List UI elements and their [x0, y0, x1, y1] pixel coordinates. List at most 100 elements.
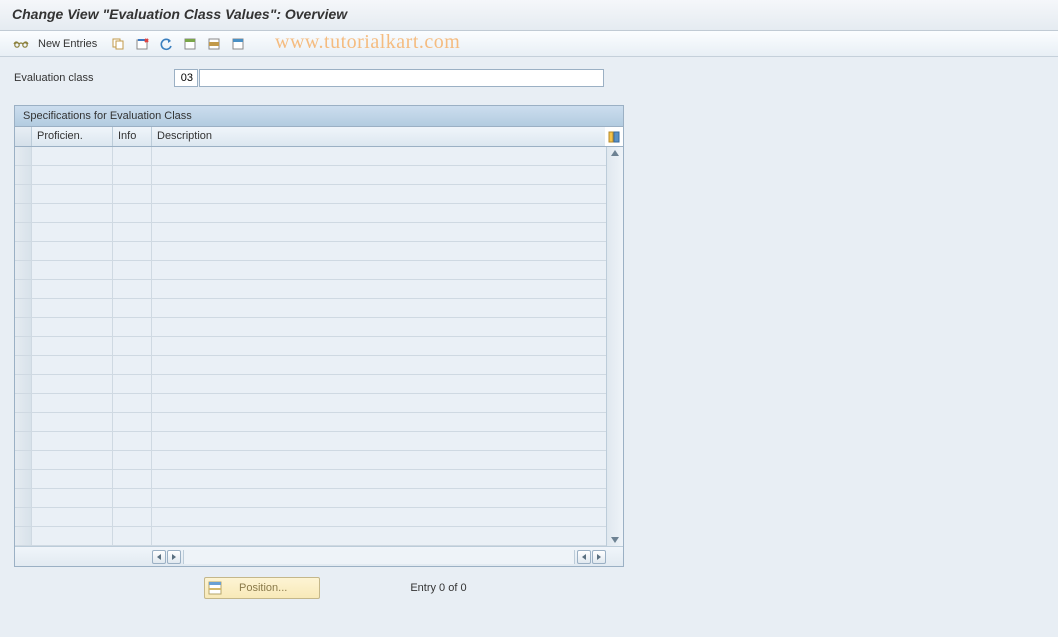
column-info[interactable]: Info — [113, 127, 152, 146]
table-row[interactable] — [15, 337, 606, 356]
cell-proficiency[interactable] — [32, 147, 113, 165]
table-row[interactable] — [15, 166, 606, 185]
scroll-left-icon[interactable] — [167, 550, 181, 564]
cell-info[interactable] — [113, 451, 152, 469]
cell-info[interactable] — [113, 527, 152, 545]
cell-info[interactable] — [113, 299, 152, 317]
row-selector[interactable] — [15, 261, 32, 279]
cell-description[interactable] — [152, 299, 606, 317]
scroll-right-icon[interactable] — [577, 550, 591, 564]
row-selector[interactable] — [15, 413, 32, 431]
cell-description[interactable] — [152, 489, 606, 507]
cell-info[interactable] — [113, 489, 152, 507]
deselect-all-icon[interactable] — [227, 34, 249, 54]
cell-proficiency[interactable] — [32, 166, 113, 184]
glasses-icon[interactable] — [10, 34, 32, 54]
row-selector[interactable] — [15, 299, 32, 317]
cell-info[interactable] — [113, 204, 152, 222]
cell-info[interactable] — [113, 337, 152, 355]
cell-info[interactable] — [113, 242, 152, 260]
cell-info[interactable] — [113, 432, 152, 450]
cell-info[interactable] — [113, 375, 152, 393]
cell-info[interactable] — [113, 508, 152, 526]
table-row[interactable] — [15, 375, 606, 394]
table-row[interactable] — [15, 413, 606, 432]
cell-proficiency[interactable] — [32, 375, 113, 393]
cell-description[interactable] — [152, 337, 606, 355]
scroll-first-icon[interactable] — [152, 550, 166, 564]
cell-description[interactable] — [152, 318, 606, 336]
cell-info[interactable] — [113, 280, 152, 298]
cell-proficiency[interactable] — [32, 508, 113, 526]
table-row[interactable] — [15, 299, 606, 318]
cell-info[interactable] — [113, 166, 152, 184]
cell-proficiency[interactable] — [32, 204, 113, 222]
cell-description[interactable] — [152, 470, 606, 488]
cell-description[interactable] — [152, 242, 606, 260]
cell-info[interactable] — [113, 413, 152, 431]
row-selector[interactable] — [15, 147, 32, 165]
cell-proficiency[interactable] — [32, 489, 113, 507]
cell-proficiency[interactable] — [32, 527, 113, 545]
cell-description[interactable] — [152, 375, 606, 393]
table-row[interactable] — [15, 261, 606, 280]
cell-proficiency[interactable] — [32, 394, 113, 412]
scroll-up-icon[interactable] — [611, 150, 619, 156]
cell-proficiency[interactable] — [32, 261, 113, 279]
cell-proficiency[interactable] — [32, 432, 113, 450]
table-row[interactable] — [15, 432, 606, 451]
column-description[interactable]: Description — [152, 127, 605, 146]
cell-description[interactable] — [152, 508, 606, 526]
cell-description[interactable] — [152, 356, 606, 374]
row-selector[interactable] — [15, 185, 32, 203]
row-selector[interactable] — [15, 337, 32, 355]
cell-proficiency[interactable] — [32, 356, 113, 374]
cell-info[interactable] — [113, 470, 152, 488]
row-selector[interactable] — [15, 242, 32, 260]
cell-info[interactable] — [113, 147, 152, 165]
scroll-down-icon[interactable] — [611, 537, 619, 543]
cell-description[interactable] — [152, 280, 606, 298]
column-proficiency[interactable]: Proficien. — [32, 127, 113, 146]
table-row[interactable] — [15, 280, 606, 299]
row-selector[interactable] — [15, 527, 32, 545]
copy-icon[interactable] — [107, 34, 129, 54]
cell-proficiency[interactable] — [32, 299, 113, 317]
table-row[interactable] — [15, 147, 606, 166]
cell-description[interactable] — [152, 432, 606, 450]
cell-description[interactable] — [152, 223, 606, 241]
table-row[interactable] — [15, 394, 606, 413]
cell-description[interactable] — [152, 394, 606, 412]
new-entries-button[interactable]: New Entries — [34, 38, 105, 50]
column-selector[interactable] — [15, 127, 32, 146]
cell-info[interactable] — [113, 318, 152, 336]
row-selector[interactable] — [15, 451, 32, 469]
row-selector[interactable] — [15, 356, 32, 374]
cell-description[interactable] — [152, 166, 606, 184]
position-button[interactable]: Position... — [204, 577, 320, 599]
delete-icon[interactable] — [131, 34, 153, 54]
cell-proficiency[interactable] — [32, 185, 113, 203]
cell-description[interactable] — [152, 527, 606, 545]
vertical-scrollbar[interactable] — [606, 147, 623, 546]
row-selector[interactable] — [15, 223, 32, 241]
row-selector[interactable] — [15, 318, 32, 336]
cell-proficiency[interactable] — [32, 451, 113, 469]
row-selector[interactable] — [15, 489, 32, 507]
row-selector[interactable] — [15, 508, 32, 526]
table-row[interactable] — [15, 527, 606, 546]
table-row[interactable] — [15, 470, 606, 489]
row-selector[interactable] — [15, 432, 32, 450]
cell-proficiency[interactable] — [32, 337, 113, 355]
cell-info[interactable] — [113, 223, 152, 241]
cell-info[interactable] — [113, 261, 152, 279]
cell-proficiency[interactable] — [32, 280, 113, 298]
row-selector[interactable] — [15, 280, 32, 298]
row-selector[interactable] — [15, 166, 32, 184]
row-selector[interactable] — [15, 394, 32, 412]
cell-description[interactable] — [152, 147, 606, 165]
select-all-icon[interactable] — [179, 34, 201, 54]
table-row[interactable] — [15, 451, 606, 470]
cell-description[interactable] — [152, 261, 606, 279]
cell-info[interactable] — [113, 356, 152, 374]
